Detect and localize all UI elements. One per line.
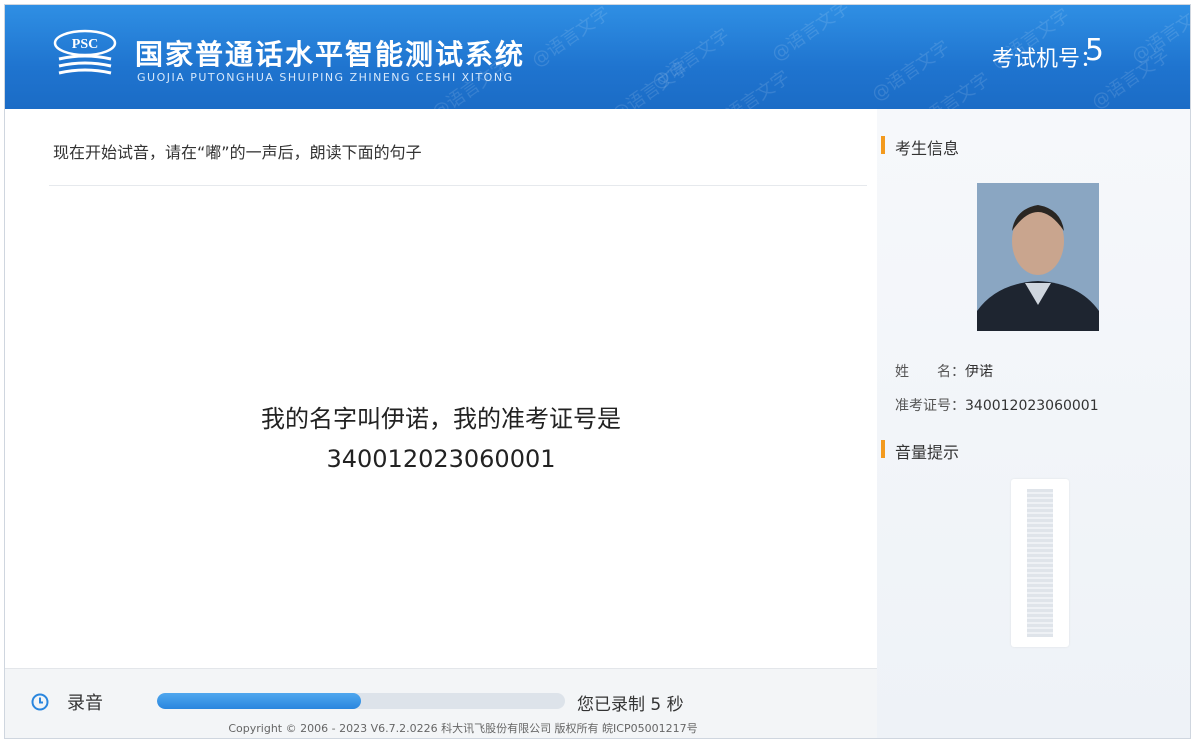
candidate-info-heading: 考生信息 [877,135,960,158]
name-value: 伊诺 [965,364,993,380]
candidate-photo [977,183,1099,331]
volume-heading: 音量提示 [877,439,960,462]
app-title: 国家普通话水平智能测试系统 [135,38,526,71]
copyright-text: Copyright © 2006 - 2023 V6.7.2.0226 科大讯飞… [228,722,698,735]
volume-title: 音量提示 [895,443,960,462]
reading-sentence: 我的名字叫伊诺，我的准考证号是 340012023060001 [5,399,877,479]
watermark-text: @语言文字 [607,56,694,109]
candidate-id-row: 准考证号：340012023060001 [895,395,1099,415]
section-marker [881,440,885,458]
app-title-pinyin: GUOJIA PUTONGHUA SHUIPING ZHINENG CESHI … [137,71,514,84]
candidate-name-row: 姓 名：伊诺 [895,361,993,381]
id-value: 340012023060001 [965,398,1099,414]
volume-meter [1011,479,1069,647]
record-label: 录音 [67,693,103,714]
main-content: 现在开始试音，请在“嘟”的一声后，朗读下面的句子 我的名字叫伊诺，我的准考证号是… [5,109,877,668]
sentence-line-1: 我的名字叫伊诺，我的准考证号是 [261,405,621,433]
svg-text:PSC: PSC [72,37,98,52]
recording-progress-bar [157,693,565,709]
watermark-text: @语言文字 [527,5,614,72]
instruction-text: 现在开始试音，请在“嘟”的一声后，朗读下面的句子 [53,143,422,162]
record-status: 您已录制 5 秒 [577,695,684,715]
app-window: @语言文字 @语言文字 @语言文字 @语言文字 @语言文字 @语言文字 @语言文字 @语言文字… [4,4,1191,739]
divider [49,185,867,186]
candidate-sidebar: 考生信息 姓 名：伊诺 准考证号：340012023060001 音量提示 [877,109,1190,738]
name-label: 姓 名： [895,364,965,380]
watermark-text: @语言文字 [767,5,854,66]
psc-logo-icon: PSC [53,29,117,75]
machine-number-value: 5 [1084,33,1104,68]
section-marker [881,136,885,154]
header-bar: @语言文字 @语言文字 @语言文字 @语言文字 @语言文字 @语言文字 @语言文字 @语言文字… [5,5,1190,109]
volume-meter-track [1027,489,1053,637]
recording-progress-fill [157,693,361,709]
id-label: 准考证号： [895,398,965,414]
watermark-text: @语言文字 [707,66,794,109]
sentence-line-2: 340012023060001 [326,445,556,473]
candidate-info-title: 考生信息 [895,139,960,158]
clock-icon [31,693,49,711]
recording-footer: 录音 您已录制 5 秒 Copyright © 2006 - 2023 V6.7… [5,668,877,738]
